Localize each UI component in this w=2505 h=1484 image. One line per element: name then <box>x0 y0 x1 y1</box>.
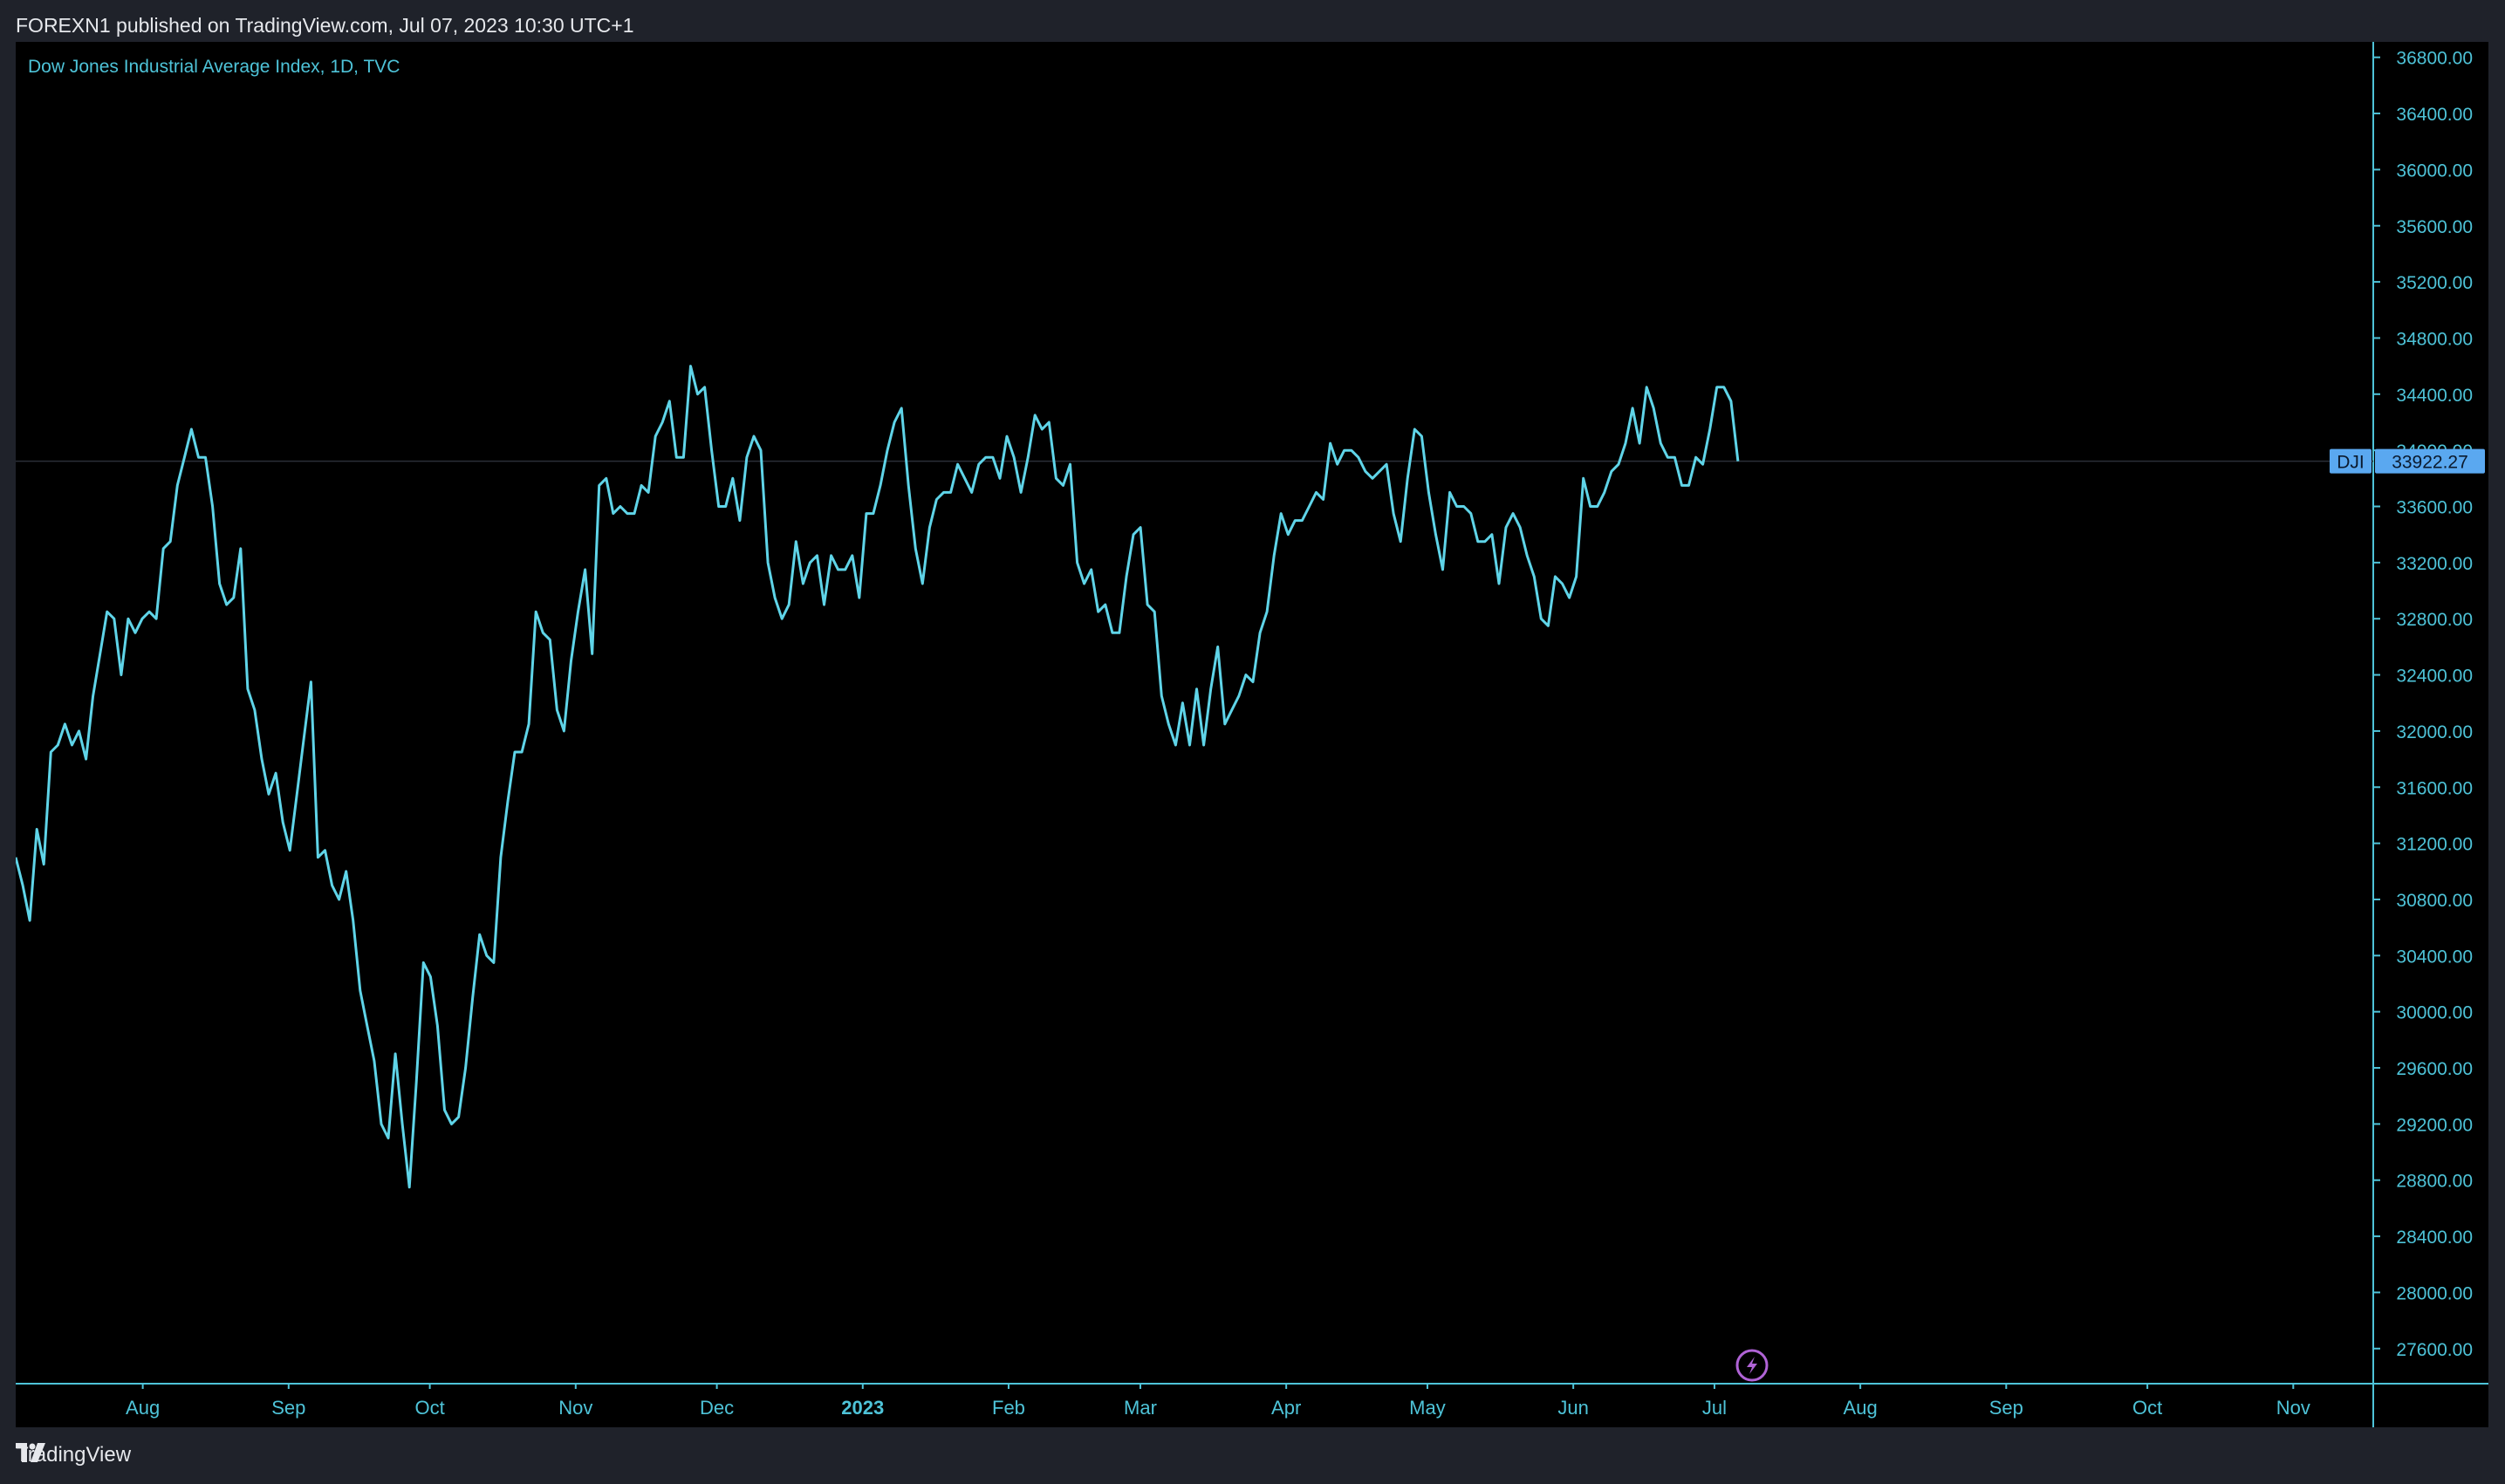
x-tick-label: Nov <box>2276 1397 2310 1419</box>
published-header: FOREXN1 published on TradingView.com, Ju… <box>16 14 634 37</box>
y-tick-label: 28800.00 <box>2396 1172 2473 1192</box>
x-tick-label: Feb <box>992 1397 1025 1419</box>
y-tick-label: 36000.00 <box>2396 161 2473 181</box>
x-tick-label: Oct <box>414 1397 444 1419</box>
y-tick-label: 29200.00 <box>2396 1115 2473 1135</box>
x-tick-label: Nov <box>558 1397 592 1419</box>
y-axis-ticks: 36800.00 36400.00 36000.00 35600.00 35200.00… <box>2373 49 2473 1360</box>
y-tick-label: 30400.00 <box>2396 947 2473 967</box>
last-value-text: 33922.27 <box>2392 453 2468 473</box>
x-tick-label: Oct <box>2132 1397 2162 1419</box>
y-tick-label: 30000.00 <box>2396 1003 2473 1023</box>
tradingview-footer[interactable]: TradingView <box>16 1443 131 1467</box>
y-tick-label: 34400.00 <box>2396 386 2473 406</box>
x-tick-label: 2023 <box>841 1397 884 1419</box>
series-line-dji <box>16 365 1740 1189</box>
x-tick-label: Dec <box>700 1397 734 1419</box>
y-tick-label: 36800.00 <box>2396 49 2473 69</box>
y-tick-label: 32400.00 <box>2396 667 2473 687</box>
y-tick-label: 31200.00 <box>2396 835 2473 855</box>
x-axis-ticks: Aug Sep Oct Nov Dec 2023 Feb Mar Apr May Jun Jul Aug… <box>126 1384 2310 1419</box>
y-tick-label: 31600.00 <box>2396 778 2473 798</box>
x-tick-label: Jun <box>1557 1397 1588 1419</box>
chart-frame[interactable]: Dow Jones Industrial Average Index, 1D, … <box>16 42 2488 1427</box>
y-tick-label: 33200.00 <box>2396 554 2473 574</box>
y-tick-label: 27600.00 <box>2396 1340 2473 1360</box>
lightning-icon[interactable] <box>1735 1349 1769 1382</box>
y-tick-label: 32000.00 <box>2396 722 2473 742</box>
x-tick-label: Mar <box>1124 1397 1157 1419</box>
last-price-badge: DJI 33922.27 <box>2330 448 2485 474</box>
y-tick-label: 34800.00 <box>2396 329 2473 349</box>
y-tick-label: 33600.00 <box>2396 498 2473 518</box>
x-tick-label: Sep <box>271 1397 305 1419</box>
series-label-text: DJI <box>2337 453 2365 473</box>
x-tick-label: Aug <box>1844 1397 1878 1419</box>
x-tick-label: Jul <box>1702 1397 1727 1419</box>
x-tick-label: Sep <box>1989 1397 2023 1419</box>
y-tick-label: 32800.00 <box>2396 610 2473 630</box>
x-tick-label: May <box>1409 1397 1446 1419</box>
y-tick-label: 30800.00 <box>2396 891 2473 911</box>
y-tick-label: 35200.00 <box>2396 273 2473 293</box>
y-tick-label: 28400.00 <box>2396 1228 2473 1248</box>
chart-title: Dow Jones Industrial Average Index, 1D, … <box>28 57 400 77</box>
tradingview-logo-icon <box>16 1443 45 1462</box>
y-tick-label: 29600.00 <box>2396 1059 2473 1079</box>
chart-svg[interactable]: Dow Jones Industrial Average Index, 1D, … <box>16 42 2488 1427</box>
y-tick-label: 35600.00 <box>2396 217 2473 237</box>
x-tick-label: Aug <box>126 1397 160 1419</box>
y-tick-label: 36400.00 <box>2396 105 2473 125</box>
x-tick-label: Apr <box>1271 1397 1301 1419</box>
y-tick-label: 28000.00 <box>2396 1283 2473 1303</box>
